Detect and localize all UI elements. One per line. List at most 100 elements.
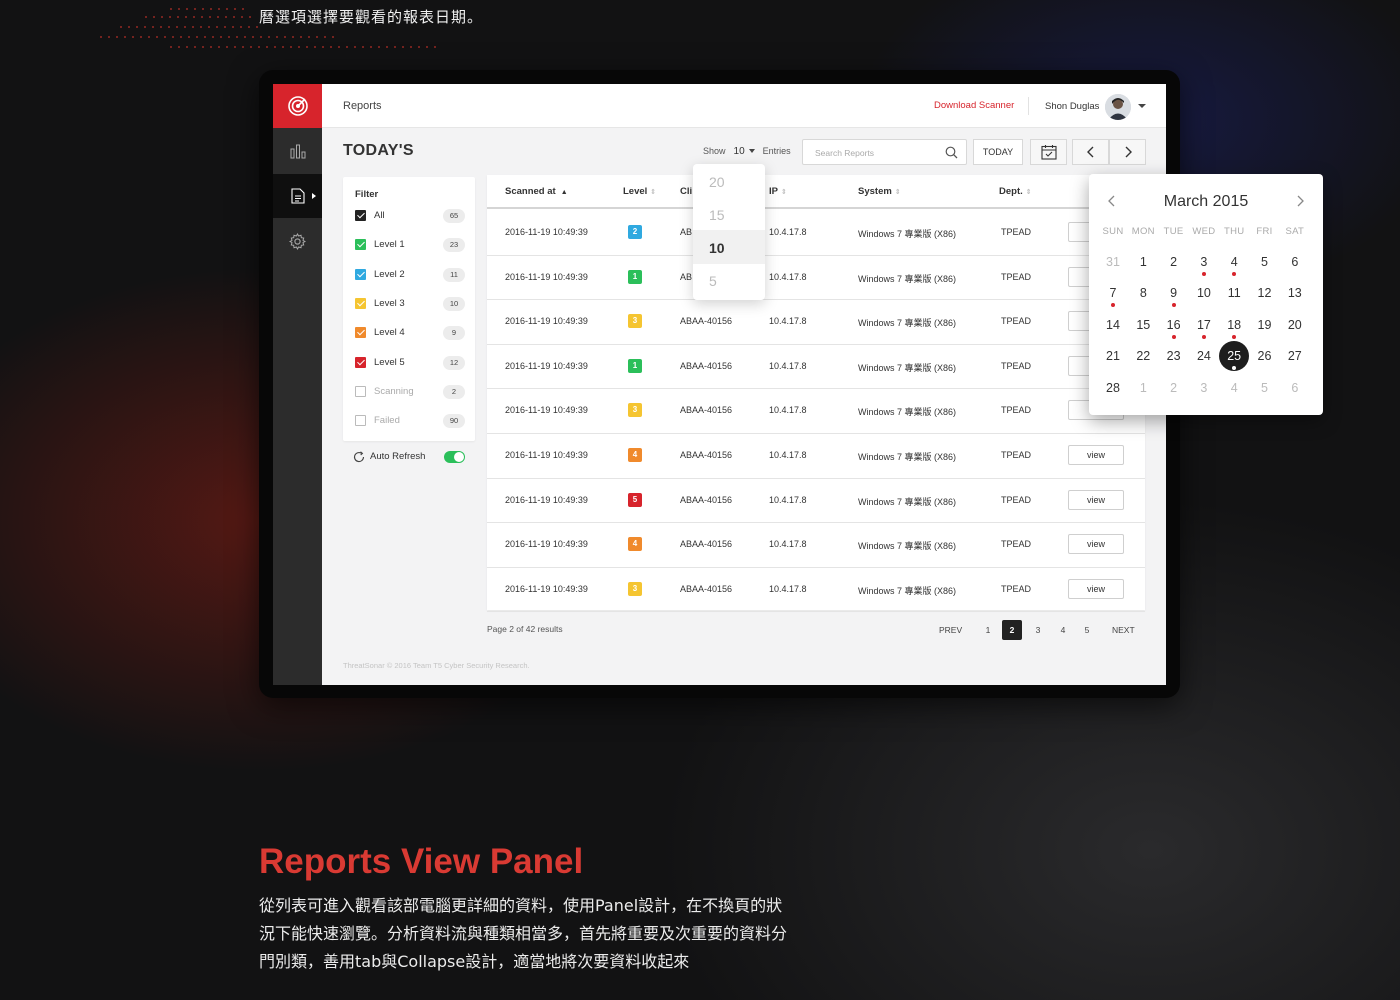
- calendar-day[interactable]: 1: [1128, 247, 1158, 277]
- column-ip[interactable]: IP ⇕: [769, 186, 787, 197]
- calendar-day[interactable]: 4: [1219, 247, 1249, 277]
- entries-selector[interactable]: Show 10 Entries: [703, 146, 791, 157]
- calendar-day[interactable]: 31: [1098, 247, 1128, 277]
- nav-reports[interactable]: [273, 174, 322, 218]
- previous-day-button[interactable]: [1072, 139, 1109, 165]
- column-system[interactable]: System ⇕: [858, 186, 901, 197]
- filter-item[interactable]: Scanning 2: [355, 384, 465, 400]
- pagination-next[interactable]: NEXT: [1112, 620, 1135, 640]
- pagination-page[interactable]: 2: [1002, 620, 1022, 640]
- decorative-dot: [178, 46, 180, 48]
- calendar-day[interactable]: 10: [1189, 278, 1219, 308]
- avatar[interactable]: [1105, 94, 1131, 120]
- filter-checkbox[interactable]: [355, 356, 366, 368]
- calendar-day[interactable]: 1: [1128, 373, 1158, 403]
- calendar-day-selected[interactable]: 25: [1219, 341, 1250, 372]
- calendar-day[interactable]: 14: [1098, 310, 1128, 340]
- calendar-day[interactable]: 15: [1128, 310, 1158, 340]
- cell-ip: 10.4.17.8: [769, 271, 807, 282]
- search-input[interactable]: Search Reports: [802, 139, 967, 165]
- calendar-day[interactable]: 11: [1219, 278, 1249, 308]
- calendar-day[interactable]: 4: [1219, 373, 1249, 403]
- calendar-day[interactable]: 6: [1280, 247, 1310, 277]
- calendar-button[interactable]: [1030, 139, 1067, 165]
- calendar-day[interactable]: 19: [1250, 310, 1280, 340]
- calendar-day[interactable]: 3: [1189, 247, 1219, 277]
- decorative-dot: [170, 8, 172, 10]
- calendar-day[interactable]: 18: [1219, 310, 1249, 340]
- nav-dashboard[interactable]: [273, 129, 322, 173]
- calendar-day[interactable]: 5: [1250, 247, 1280, 277]
- today-button[interactable]: TODAY: [973, 139, 1023, 165]
- filter-item[interactable]: Level 2 11: [355, 267, 465, 283]
- calendar-day[interactable]: 2: [1159, 373, 1189, 403]
- calendar-day[interactable]: 7: [1098, 278, 1128, 308]
- calendar-day[interactable]: 16: [1159, 310, 1189, 340]
- filter-item[interactable]: Level 1 23: [355, 237, 465, 253]
- next-day-button[interactable]: [1109, 139, 1146, 165]
- calendar-day[interactable]: 9: [1159, 278, 1189, 308]
- calendar-day[interactable]: 6: [1280, 373, 1310, 403]
- entries-option[interactable]: 10: [693, 230, 765, 264]
- weekday-label: THU: [1223, 226, 1245, 237]
- pagination-page[interactable]: 4: [1059, 620, 1067, 640]
- calendar-day[interactable]: 20: [1280, 310, 1310, 340]
- calendar-day[interactable]: 5: [1250, 373, 1280, 403]
- filter-checkbox[interactable]: [355, 385, 366, 397]
- download-scanner-link[interactable]: Download Scanner: [934, 100, 1014, 111]
- table-header: Scanned at ▲ Level ⇕ Cli IP ⇕ System ⇕ Dept.…: [487, 175, 1145, 209]
- entries-option[interactable]: 15: [693, 197, 765, 231]
- entries-option[interactable]: 20: [693, 164, 765, 198]
- calendar-day[interactable]: 13: [1280, 278, 1310, 308]
- nav-settings[interactable]: [273, 219, 322, 263]
- calendar-day[interactable]: 21: [1098, 341, 1128, 371]
- filter-checkbox[interactable]: [355, 210, 366, 221]
- filter-item[interactable]: All 65: [355, 208, 465, 224]
- calendar-day[interactable]: 12: [1250, 278, 1280, 308]
- column-level[interactable]: Level ⇕: [623, 186, 656, 197]
- calendar-day[interactable]: 24: [1189, 341, 1219, 371]
- calendar-day[interactable]: 2: [1159, 247, 1189, 277]
- calendar-day[interactable]: 23: [1159, 341, 1189, 371]
- cell-scanned-at: 2016-11-19 10:49:39: [505, 539, 588, 550]
- filter-checkbox[interactable]: [355, 239, 366, 251]
- next-month-chevron-right-icon[interactable]: [1295, 194, 1305, 213]
- user-name[interactable]: Shon Duglas: [1045, 101, 1099, 112]
- filter-checkbox[interactable]: [355, 415, 366, 427]
- calendar-day[interactable]: 17: [1189, 310, 1219, 340]
- decorative-dot: [120, 26, 122, 28]
- pagination-page[interactable]: 1: [984, 620, 992, 640]
- view-button[interactable]: view: [1068, 489, 1124, 510]
- search-icon[interactable]: [945, 146, 958, 159]
- calendar-day[interactable]: 28: [1098, 373, 1128, 403]
- view-button[interactable]: view: [1068, 534, 1124, 555]
- pagination-page[interactable]: 3: [1034, 620, 1042, 640]
- calendar-day[interactable]: 8: [1128, 278, 1158, 308]
- view-button[interactable]: view: [1068, 578, 1124, 599]
- pagination-page[interactable]: 5: [1083, 620, 1091, 640]
- view-button[interactable]: view: [1068, 445, 1124, 465]
- filter-checkbox[interactable]: [355, 297, 366, 309]
- entries-value[interactable]: 10: [734, 146, 745, 157]
- calendar-day[interactable]: 22: [1128, 341, 1158, 371]
- pagination-prev[interactable]: PREV: [939, 620, 962, 640]
- filter-item[interactable]: Level 5 12: [355, 355, 465, 371]
- app-logo-icon[interactable]: [273, 84, 322, 128]
- calendar-day[interactable]: 26: [1250, 341, 1280, 371]
- calendar-day[interactable]: 3: [1189, 373, 1219, 403]
- column-dept[interactable]: Dept. ⇕: [999, 186, 1032, 197]
- filter-item[interactable]: Failed 90: [355, 413, 465, 429]
- filter-count-badge: 10: [443, 296, 465, 311]
- chevron-down-icon[interactable]: [748, 149, 755, 153]
- filter-checkbox[interactable]: [355, 268, 366, 280]
- filter-item[interactable]: Level 3 10: [355, 296, 465, 312]
- cell-system: Windows 7 專業版 (X86): [858, 452, 957, 462]
- calendar-day[interactable]: 27: [1280, 341, 1310, 371]
- user-menu-chevron-down-icon[interactable]: [1138, 104, 1146, 108]
- entries-option[interactable]: 5: [693, 263, 765, 297]
- column-scanned-at[interactable]: Scanned at ▲: [505, 186, 568, 197]
- column-client[interactable]: Cli: [680, 186, 692, 197]
- auto-refresh-toggle[interactable]: [444, 451, 465, 463]
- filter-item[interactable]: Level 4 9: [355, 325, 465, 341]
- filter-checkbox[interactable]: [355, 327, 366, 339]
